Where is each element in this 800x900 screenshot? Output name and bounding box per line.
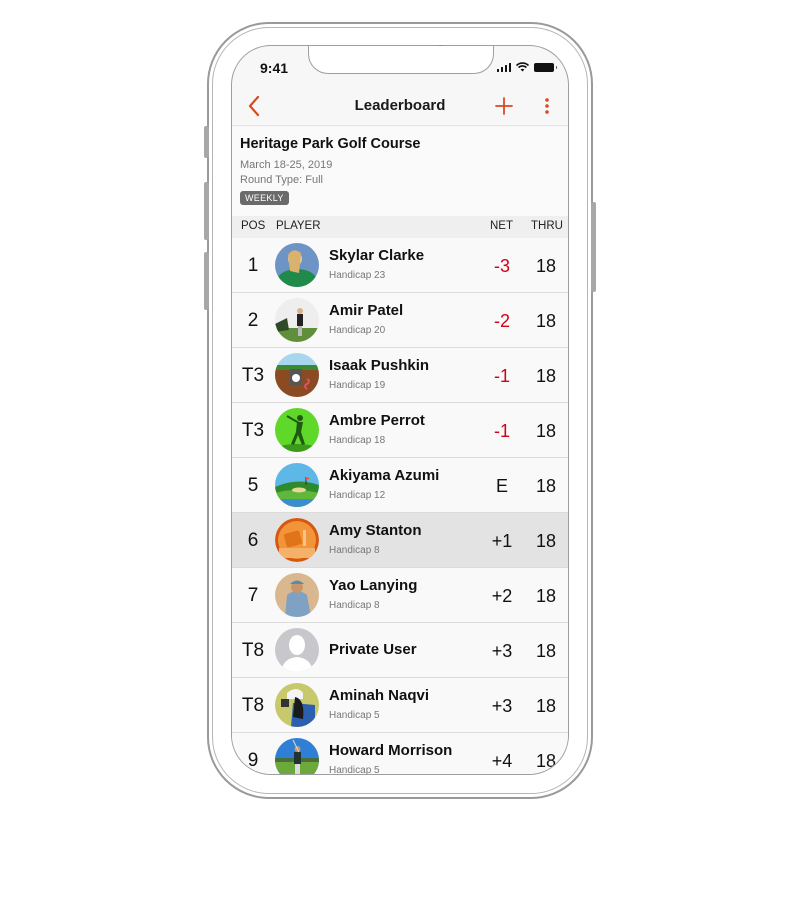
status-time: 9:41 — [260, 60, 289, 76]
plus-icon[interactable] — [494, 96, 514, 116]
position: 9 — [247, 750, 259, 771]
player-name: Akiyama Azumi — [329, 467, 440, 484]
header-player: PLAYER — [276, 220, 321, 232]
net-score: -3 — [493, 256, 510, 276]
course-name: Heritage Park Golf Course — [240, 136, 421, 152]
table-row[interactable]: T3 Isaak Pushkin Handicap 19 -1 18 — [232, 348, 568, 403]
table-row[interactable]: T8 Private User +3 18 — [232, 623, 568, 678]
avatar — [275, 463, 319, 507]
table-row[interactable]: 5 Akiyama Azumi Handicap 12 E 18 — [232, 458, 568, 513]
table-row-current-user[interactable]: 6 Amy Stanton Handicap 8 +1 18 — [232, 513, 568, 568]
header-thru: THRU — [531, 220, 563, 232]
mute-switch — [204, 126, 209, 158]
player-handicap: Handicap 8 — [329, 600, 380, 611]
battery-icon — [534, 62, 557, 72]
holes-thru: 18 — [535, 696, 557, 716]
position: 2 — [247, 310, 259, 331]
holes-thru: 18 — [535, 256, 557, 276]
net-score: +1 — [491, 531, 513, 551]
net-score: -1 — [493, 366, 510, 386]
volume-up-button — [204, 182, 209, 240]
position: 1 — [247, 255, 259, 276]
player-handicap: Handicap 12 — [329, 490, 386, 501]
avatar — [275, 408, 319, 452]
net-score: -2 — [493, 311, 510, 331]
table-row[interactable]: T8 Aminah Naqvi Handicap 5 +3 18 — [232, 678, 568, 733]
player-handicap: Handicap 20 — [329, 325, 386, 336]
net-score: +3 — [491, 696, 513, 716]
table-row[interactable]: T3 Ambre Perrot Handicap 18 -1 18 — [232, 403, 568, 458]
holes-thru: 18 — [535, 751, 557, 771]
status-icons — [496, 62, 557, 72]
net-score: +3 — [491, 641, 513, 661]
avatar — [275, 353, 319, 397]
notch — [308, 46, 494, 74]
player-name: Howard Morrison — [329, 742, 453, 759]
wifi-icon — [516, 62, 529, 72]
cellular-signal-icon — [496, 62, 511, 72]
round-type: Round Type: Full — [240, 174, 323, 186]
player-name: Skylar Clarke — [329, 247, 425, 264]
power-button — [591, 202, 596, 292]
table-row[interactable]: 7 Yao Lanying Handicap 8 +2 18 — [232, 568, 568, 623]
player-handicap: Handicap 5 — [329, 710, 380, 721]
avatar — [275, 243, 319, 287]
position: T3 — [241, 365, 265, 386]
net-score: E — [495, 476, 508, 496]
position: 6 — [247, 530, 259, 551]
course-info: Heritage Park Golf Course March 18-25, 2… — [232, 127, 568, 216]
avatar — [275, 573, 319, 617]
holes-thru: 18 — [535, 421, 557, 441]
table-row[interactable]: 1 Skylar Clarke Handicap 23 -3 18 — [232, 238, 568, 293]
position: 5 — [247, 475, 259, 496]
period-badge: WEEKLY — [240, 191, 289, 205]
avatar — [275, 683, 319, 727]
table-header: POS PLAYER NET THRU — [232, 216, 568, 238]
player-handicap: Handicap 23 — [329, 270, 386, 281]
net-score: -1 — [493, 421, 510, 441]
player-name: Aminah Naqvi — [329, 687, 430, 704]
navigation-bar: Leaderboard — [232, 86, 568, 126]
course-dates: March 18-25, 2019 — [240, 159, 333, 171]
player-name: Ambre Perrot — [329, 412, 425, 429]
avatar — [275, 738, 319, 774]
volume-down-button — [204, 252, 209, 310]
table-row[interactable]: 9 Howard Morrison Handicap 5 +4 18 — [232, 733, 568, 775]
header-net: NET — [490, 220, 513, 232]
player-name: Yao Lanying — [329, 577, 418, 594]
holes-thru: 18 — [535, 476, 557, 496]
net-score: +2 — [491, 586, 513, 606]
player-name: Amy Stanton — [329, 522, 422, 539]
player-handicap: Handicap 18 — [329, 435, 386, 446]
holes-thru: 18 — [535, 641, 557, 661]
holes-thru: 18 — [535, 311, 557, 331]
phone-screen: 9:41 Leaderboard Heritage Park Golf Cour… — [231, 45, 569, 775]
more-vertical-icon[interactable] — [540, 96, 554, 116]
player-handicap: Handicap 5 — [329, 765, 380, 775]
position: 7 — [247, 585, 259, 606]
avatar — [275, 518, 319, 562]
player-handicap: Handicap 8 — [329, 545, 380, 556]
holes-thru: 18 — [535, 366, 557, 386]
holes-thru: 18 — [535, 531, 557, 551]
position: T8 — [241, 640, 265, 661]
table-row[interactable]: 2 Amir Patel Handicap 20 -2 18 — [232, 293, 568, 348]
player-name: Isaak Pushkin — [329, 357, 430, 374]
leaderboard-list: 1 Skylar Clarke Handicap 23 -3 18 2 Amir… — [232, 238, 568, 775]
default-user-avatar-icon — [275, 628, 319, 672]
net-score: +4 — [491, 751, 513, 771]
position: T8 — [241, 695, 265, 716]
player-handicap: Handicap 19 — [329, 380, 386, 391]
avatar — [275, 298, 319, 342]
page-title: Leaderboard — [354, 97, 446, 114]
header-pos: POS — [241, 220, 266, 232]
player-name: Private User — [329, 641, 417, 658]
position: T3 — [241, 420, 265, 441]
holes-thru: 18 — [535, 586, 557, 606]
player-name: Amir Patel — [329, 302, 404, 319]
